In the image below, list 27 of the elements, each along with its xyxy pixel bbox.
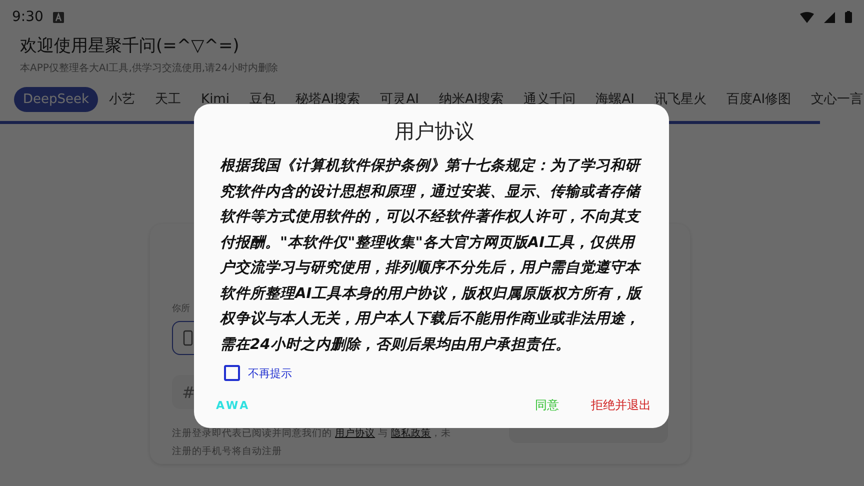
footer-note: AWA — [216, 399, 252, 412]
status-time: 9:30 — [12, 9, 44, 25]
terms-link[interactable]: 用户协议 — [335, 428, 376, 439]
ai-tab[interactable]: 百度AI修图 — [717, 85, 800, 113]
ai-tab[interactable]: 纳米AI搜索 — [430, 85, 513, 113]
app-title: 欢迎使用星聚千问(=^▽^=) — [20, 35, 240, 57]
notification-icon — [53, 12, 64, 22]
ai-tab[interactable]: 讯飞星火 — [645, 85, 716, 113]
phone-icon — [183, 330, 193, 346]
terms-note: 注册登录即代表已阅读并同意我们的 用户协议 与 隐私政策，未注册的手机号将自动注册 — [172, 427, 452, 459]
field-label: 你所 — [172, 302, 190, 315]
agree-button[interactable]: 同意 — [527, 393, 567, 418]
terms-link[interactable]: 隐私政策 — [391, 428, 432, 439]
battery-icon — [845, 11, 852, 23]
decline-button[interactable]: 拒绝并退出 — [583, 393, 659, 418]
ai-tab[interactable]: 海螺AI — [586, 85, 644, 113]
signal-icon — [824, 12, 835, 22]
dialog-title: 用户协议 — [394, 118, 476, 145]
wifi-icon — [800, 12, 814, 22]
ai-tab[interactable]: 文心一言 — [802, 85, 864, 113]
ai-tab[interactable]: Kimi — [192, 86, 238, 112]
ai-tab[interactable]: 天工 — [146, 85, 190, 113]
ai-tab[interactable]: DeepSeek — [14, 86, 98, 112]
agreement-text: 根据我国《计算机软件保护条例》第十七条规定：为了学习和研究软件内含的设计思想和原理，通过安装、显示、传输或者存储软件等方式使用软件的，可以不经软件著作权人许可，不向其支付报酬。"本软件仅"整理收集"各大官方网页版AI工具，仅供用户交流学习与研究使用，排列顺序不分先后，用户需自觉遵守本软件所整理AI工具本身的用户协议，版权归属原版权方所有，版权争议与本人无关，用户本人下载后不能用作商业或非法用途，需在24小时之内删除，否则后果均由用户承担责任。 — [220, 156, 644, 354]
dont-show-checkbox[interactable]: 不再提示 — [224, 365, 292, 381]
ai-tab[interactable]: 小艺 — [100, 85, 144, 113]
app-subtitle: 本APP仅整理各大AI工具,供学习交流使用,请24小时内删除 — [20, 62, 279, 75]
